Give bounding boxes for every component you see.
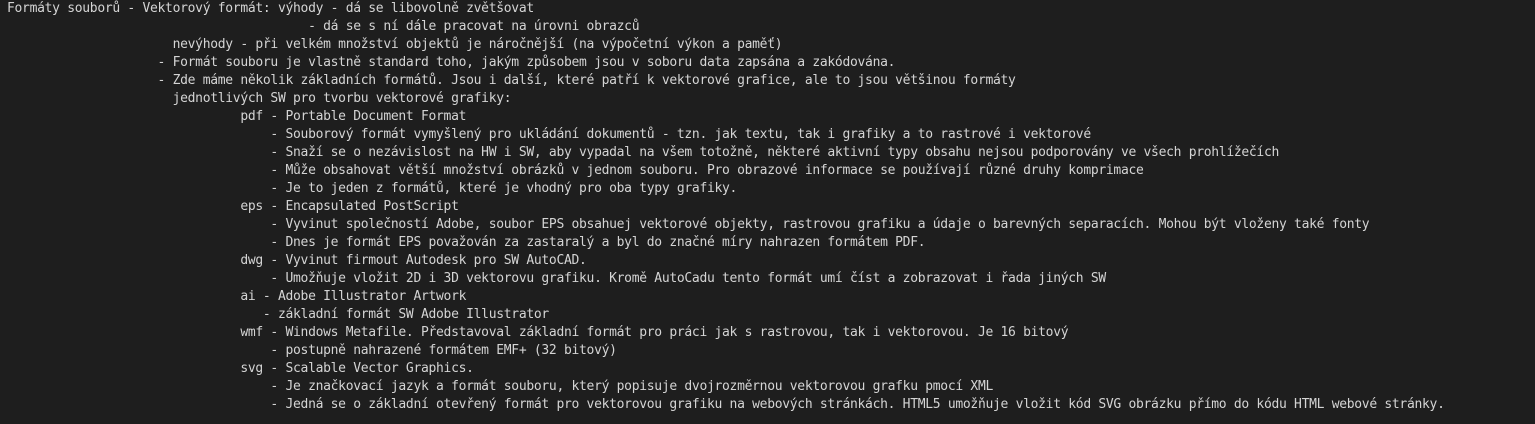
text-line: nevýhody - při velkém množství objektů j… (7, 37, 783, 52)
text-line: - Jedná se o základní otevřený formát pr… (7, 397, 1445, 412)
text-line: - Snaží se o nezávislost na HW i SW, aby… (7, 145, 1280, 160)
text-line: svg - Scalable Vector Graphics. (7, 361, 474, 376)
text-line: wmf - Windows Metafile. Představoval zák… (7, 325, 1069, 340)
text-line: - Může obsahovat větší množství obrázků … (7, 163, 1144, 178)
text-line: eps - Encapsulated PostScript (7, 199, 459, 214)
text-line: - Vyvinut společností Adobe, soubor EPS … (7, 217, 1370, 232)
text-line: - Dnes je formát EPS považován za zastar… (7, 235, 926, 250)
text-line: - Formát souboru je vlastně standard toh… (7, 55, 896, 70)
text-line: Formáty souborů - Vektorový formát: výho… (7, 1, 534, 16)
text-line: - Je značkovací jazyk a formát souboru, … (7, 379, 993, 394)
text-editor[interactable]: Formáty souborů - Vektorový formát: výho… (0, 0, 1535, 424)
text-content: Formáty souborů - Vektorový formát: výho… (7, 0, 1445, 414)
text-line: jednotlivých SW pro tvorbu vektorové gra… (7, 91, 512, 106)
text-line: - Souborový formát vymyšlený pro ukládán… (7, 127, 1091, 142)
text-line: ai - Adobe Illustrator Artwork (7, 289, 467, 304)
text-line: - postupně nahrazené formátem EMF+ (32 b… (7, 343, 617, 358)
text-line: dwg - Vyvinut firmout Autodesk pro SW Au… (7, 253, 587, 268)
text-line: - Je to jeden z formátů, které je vhodný… (7, 181, 738, 196)
text-line: - Umožňuje vložit 2D i 3D vektorovu graf… (7, 271, 1106, 286)
text-line: pdf - Portable Document Format (7, 109, 467, 124)
text-line: - dá se s ní dále pracovat na úrovni obr… (7, 19, 640, 34)
text-line: - základní formát SW Adobe Illustrator (7, 307, 549, 322)
text-line: - Zde máme několik základních formátů. J… (7, 73, 1016, 88)
